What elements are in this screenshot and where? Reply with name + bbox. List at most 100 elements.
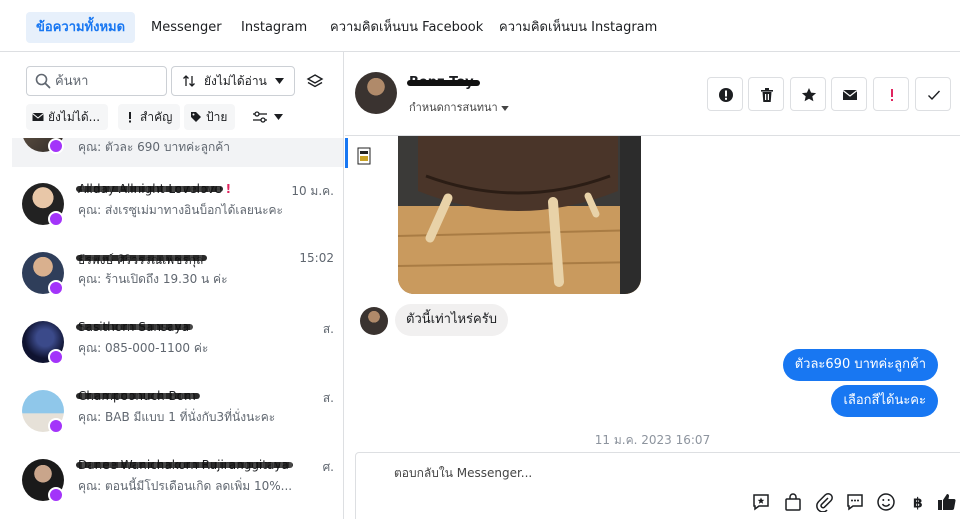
conversation-preview: คุณ: ร้านเปิดถึง 19.30 น ค่ะ xyxy=(78,272,228,286)
sliders-icon xyxy=(253,111,267,123)
conversation-panel-header: ยังไม่ได้อ่าน ยังไม่ได้... สำคัญ ป้าย xyxy=(12,52,343,138)
page-logo-icon xyxy=(357,147,371,165)
unread-filter-dropdown[interactable]: ยังไม่ได้อ่าน xyxy=(171,66,295,96)
star-icon xyxy=(801,88,817,102)
messenger-badge-icon xyxy=(48,211,64,227)
conversation-name: ธีรพงษ์ ศิริวรรณเพชรกุล xyxy=(76,251,208,270)
messenger-badge-icon xyxy=(48,280,64,296)
saved-reply-icon xyxy=(753,494,769,511)
conversation-preview: คุณ: BAB มีแบบ 1 ที่นั่งกับ3ที่นั่งนะคะ xyxy=(78,410,276,424)
advanced-filter-button[interactable] xyxy=(244,104,290,130)
conversation-item[interactable]: Allday Allnight Lovelove ! คุณ: ส่งเรซูเ… xyxy=(12,169,343,238)
thumbs-up-icon xyxy=(938,494,956,511)
saved-replies-button[interactable] xyxy=(751,492,771,512)
conversation-name: Allday Allnight Lovelove ! xyxy=(76,182,232,196)
chip-important-label: สำคัญ xyxy=(140,110,173,124)
conversation-name: Sasithorn Sansaya xyxy=(76,320,193,334)
tab-instagram[interactable]: Instagram xyxy=(231,12,317,43)
paperclip-icon xyxy=(816,492,833,513)
conversation-item[interactable]: ธีรพงษ์ ศิริวรรณเพชรกุล คุณ: ร้านเปิดถึง… xyxy=(12,238,343,307)
search-input[interactable] xyxy=(55,72,163,90)
caret-down-icon xyxy=(275,78,284,84)
contact-name[interactable]: Benz Toy xyxy=(407,75,480,90)
mark-unread-button[interactable] xyxy=(831,77,867,111)
exclamation-icon xyxy=(129,112,131,123)
chat-bubble-icon xyxy=(847,494,863,511)
reply-input[interactable] xyxy=(394,463,694,483)
alert-circle-icon xyxy=(719,88,733,102)
search-icon xyxy=(35,73,51,89)
conversation-preview: คุณ: 085-000-1100 ค่ะ xyxy=(78,341,209,355)
messenger-badge-icon xyxy=(48,487,64,503)
conversation-time: 10 ม.ค. xyxy=(291,184,334,198)
messenger-badge-icon xyxy=(48,349,64,365)
outgoing-message: ตัวละ690 บาทค่ะลูกค้า xyxy=(782,349,938,381)
message-timestamp: 11 ม.ค. 2023 16:07 xyxy=(594,433,711,447)
stool-photo xyxy=(398,136,641,294)
check-icon xyxy=(928,90,941,101)
baht-icon: ฿ xyxy=(913,496,923,512)
conversation-preview: คุณ: ตัวละ 690 บาทค่ะลูกค้า xyxy=(78,140,231,154)
chip-important[interactable]: สำคัญ xyxy=(118,104,181,130)
conversation-item[interactable]: Sasithorn Sansaya คุณ: 085-000-1100 ค่ะ … xyxy=(12,307,343,376)
emoji-button[interactable] xyxy=(876,492,896,512)
conversation-preview: คุณ: ตอนนี้มีโปรเดือนเกิด ลดเพิ่ม 10%... xyxy=(78,479,293,493)
caret-down-icon xyxy=(274,114,283,120)
messenger-badge-icon xyxy=(48,418,64,434)
layers-icon[interactable] xyxy=(306,72,324,90)
like-button[interactable] xyxy=(937,492,957,512)
conversation-panel: ยังไม่ได้อ่าน ยังไม่ได้... สำคัญ ป้าย คุ… xyxy=(12,52,344,519)
envelope-icon xyxy=(842,90,858,100)
conversation-time: ส. xyxy=(322,322,334,336)
tag-icon xyxy=(191,112,201,122)
tab-facebook-comments[interactable]: ความคิดเห็นบน Facebook xyxy=(320,12,493,43)
conversation-name: Danee Wanichakorn Rujiranggitaya xyxy=(76,458,293,472)
attach-button[interactable] xyxy=(814,492,834,513)
conversation-preview: คุณ: ส่งเรซูเม่มาทางอินบ็อกได้เลยนะคะ xyxy=(78,203,283,217)
sort-icon xyxy=(183,75,195,87)
tab-messenger[interactable]: Messenger xyxy=(141,12,232,43)
outgoing-message: เลือกสีได้นะคะ xyxy=(831,385,938,417)
unread-filter-label: ยังไม่ได้อ่าน xyxy=(204,74,267,88)
messenger-badge-icon xyxy=(48,138,64,154)
payment-button[interactable]: ฿ xyxy=(908,492,928,512)
svg-text:฿: ฿ xyxy=(913,496,923,512)
caret-down-icon xyxy=(501,106,509,111)
contact-avatar xyxy=(360,307,388,335)
incoming-message: ตัวนี้เท่าไหร่ครับ xyxy=(395,304,508,336)
tab-instagram-comments[interactable]: ความคิดเห็นบน Instagram xyxy=(489,12,667,43)
exclamation-icon xyxy=(891,89,893,101)
contact-avatar[interactable] xyxy=(355,72,397,114)
thread-indicator xyxy=(345,138,348,168)
envelope-icon xyxy=(32,113,44,121)
important-flag-icon: ! xyxy=(225,182,232,196)
conversation-item[interactable]: Champoonuch Bom คุณ: BAB มีแบบ 1 ที่นั่ง… xyxy=(12,376,343,445)
search-box[interactable] xyxy=(26,66,167,96)
conversation-view: Benz Toy กำหนดการสนทนา xyxy=(345,52,960,519)
conversation-name: Champoonuch Bom xyxy=(76,389,200,403)
shared-photo[interactable] xyxy=(398,136,641,294)
conversation-header: Benz Toy กำหนดการสนทนา xyxy=(345,52,960,136)
mark-important-button[interactable] xyxy=(873,77,909,111)
chip-unread[interactable]: ยังไม่ได้... xyxy=(26,104,109,130)
report-spam-button[interactable] xyxy=(707,77,743,111)
smiley-icon xyxy=(877,493,895,511)
quick-reply-button[interactable] xyxy=(845,492,865,512)
delete-button[interactable] xyxy=(748,77,784,111)
chip-label-label: ป้าย xyxy=(206,110,228,124)
reply-composer[interactable] xyxy=(355,452,960,519)
mark-done-button[interactable] xyxy=(915,77,951,111)
shop-button[interactable] xyxy=(783,492,803,512)
chip-label[interactable]: ป้าย xyxy=(184,104,236,130)
chip-unread-label: ยังไม่ได้... xyxy=(48,110,101,124)
tab-all-messages[interactable]: ข้อความทั้งหมด xyxy=(26,12,136,43)
shopping-bag-icon xyxy=(785,493,801,511)
conversation-time: ศ. xyxy=(322,460,334,474)
conversation-time: ส. xyxy=(322,391,334,405)
star-button[interactable] xyxy=(790,77,826,111)
conversation-item[interactable]: Danee Wanichakorn Rujiranggitaya คุณ: ตอ… xyxy=(12,445,343,514)
conversation-time: 15:02 xyxy=(299,251,334,265)
top-tab-bar: ข้อความทั้งหมด Messenger Instagram ความค… xyxy=(0,0,960,52)
trash-icon xyxy=(761,88,773,102)
assign-conversation-dropdown[interactable]: กำหนดการสนทนา xyxy=(409,98,509,116)
